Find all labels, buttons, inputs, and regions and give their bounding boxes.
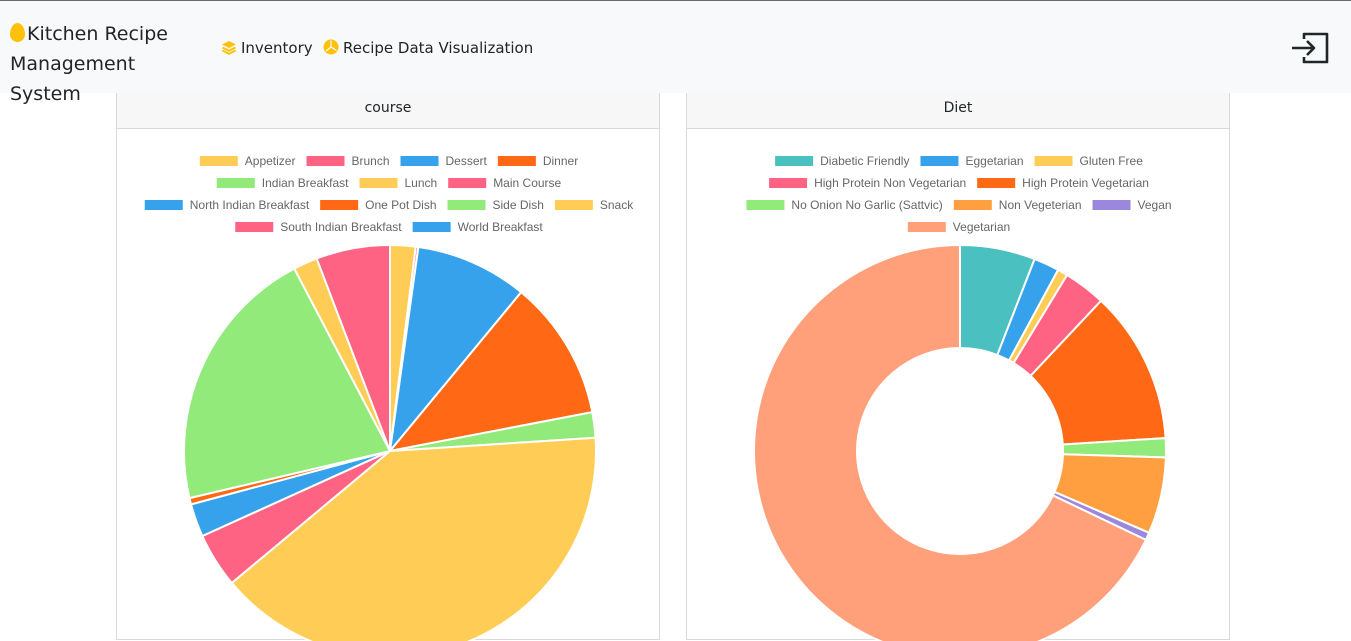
legend-label: Diabetic Friendly bbox=[820, 154, 909, 168]
legend-label: Eggetarian bbox=[965, 154, 1023, 168]
legend-label: Non Vegeterian bbox=[999, 198, 1082, 212]
legend-item-world-breakfast[interactable]: World Breakfast bbox=[412, 220, 544, 234]
legend-swatch bbox=[400, 156, 439, 166]
egg-icon bbox=[10, 23, 25, 42]
nav-recipe-data-visualization-label: Recipe Data Visualization bbox=[343, 39, 534, 57]
legend-swatch bbox=[359, 178, 398, 188]
nav-inventory[interactable]: Inventory bbox=[221, 38, 313, 60]
legend-item-vegetarian[interactable]: Vegetarian bbox=[907, 220, 1010, 234]
legend-label: Appetizer bbox=[245, 154, 296, 168]
brand[interactable]: Kitchen Recipe Management System bbox=[10, 19, 210, 109]
legend-swatch bbox=[216, 178, 255, 188]
legend-swatch bbox=[1092, 200, 1131, 210]
legend-item-brunch[interactable]: Brunch bbox=[306, 154, 390, 168]
legend-item-high-protein-vegetarian[interactable]: High Protein Vegetarian bbox=[977, 176, 1149, 190]
legend-item-snack[interactable]: Snack bbox=[554, 198, 634, 212]
legend-swatch bbox=[497, 156, 536, 166]
legend-item-south-indian-breakfast[interactable]: South Indian Breakfast bbox=[235, 220, 402, 234]
legend-item-north-indian-breakfast[interactable]: North Indian Breakfast bbox=[144, 198, 310, 212]
legend-item-lunch[interactable]: Lunch bbox=[359, 176, 437, 190]
legend-item-high-protein-non-vegetarian[interactable]: High Protein Non Vegetarian bbox=[769, 176, 966, 190]
legend-label: South Indian Breakfast bbox=[280, 220, 402, 234]
legend-label: Lunch bbox=[404, 176, 437, 190]
legend-swatch bbox=[412, 222, 451, 232]
legend-item-diabetic-friendly[interactable]: Diabetic Friendly bbox=[775, 154, 909, 168]
logout-icon bbox=[1292, 32, 1329, 64]
brand-title-line2: Management System bbox=[10, 53, 136, 105]
legend-item-one-pot-dish[interactable]: One Pot Dish bbox=[320, 198, 437, 212]
course-pie-chart: Appetizer Brunch Dessert Dinner Indian Break… bbox=[144, 154, 634, 641]
legend-swatch bbox=[320, 200, 359, 210]
legend-swatch bbox=[746, 200, 785, 210]
legend-label: Vegetarian bbox=[953, 220, 1010, 234]
legend-item-no-onion-no-garlic-sattvic[interactable]: No Onion No Garlic (Sattvic) bbox=[746, 198, 943, 212]
pie-chart-icon bbox=[323, 39, 339, 60]
legend-item-appetizer[interactable]: Appetizer bbox=[199, 154, 296, 168]
legend-item-vegan[interactable]: Vegan bbox=[1092, 198, 1172, 212]
legend-swatch bbox=[907, 222, 946, 232]
legend-label: North Indian Breakfast bbox=[190, 198, 310, 212]
nav-recipe-data-visualization[interactable]: Recipe Data Visualization bbox=[323, 38, 533, 60]
legend-swatch bbox=[306, 156, 345, 166]
legend-label: Indian Breakfast bbox=[262, 176, 349, 190]
legend-item-indian-breakfast[interactable]: Indian Breakfast bbox=[216, 176, 349, 190]
legend-label: High Protein Vegetarian bbox=[1022, 176, 1149, 190]
legend-swatch bbox=[775, 156, 814, 166]
legend-item-side-dish[interactable]: Side Dish bbox=[447, 198, 544, 212]
legend-swatch bbox=[554, 200, 593, 210]
legend-swatch bbox=[448, 178, 487, 188]
legend-item-non-vegeterian[interactable]: Non Vegeterian bbox=[953, 198, 1082, 212]
legend-swatch bbox=[447, 200, 486, 210]
legend-swatch bbox=[769, 178, 808, 188]
logout-button[interactable] bbox=[1289, 30, 1331, 66]
legend-label: Vegan bbox=[1138, 198, 1172, 212]
legend-label: One Pot Dish bbox=[365, 198, 436, 212]
legend-swatch bbox=[235, 222, 274, 232]
legend-label: Dinner bbox=[543, 154, 578, 168]
nav-inventory-label: Inventory bbox=[241, 39, 313, 57]
legend-item-dessert[interactable]: Dessert bbox=[400, 154, 488, 168]
legend-label: Gluten Free bbox=[1080, 154, 1144, 168]
legend-item-eggetarian[interactable]: Eggetarian bbox=[920, 154, 1024, 168]
legend-label: Main Course bbox=[493, 176, 561, 190]
legend-label: World Breakfast bbox=[458, 220, 544, 234]
diet-chart-card: Diet Diabetic Friendly Eggetarian Gluten F… bbox=[686, 80, 1230, 641]
legend-swatch bbox=[977, 178, 1016, 188]
course-chart-card: course Appetizer Brunch Dessert Dinner India… bbox=[116, 80, 660, 641]
brand-title-line1: Kitchen Recipe bbox=[27, 23, 168, 45]
legend-label: Brunch bbox=[351, 154, 389, 168]
legend-swatch bbox=[199, 156, 238, 166]
legend-label: Snack bbox=[600, 198, 634, 212]
navbar: Kitchen Recipe Management System Invento… bbox=[0, 1, 1351, 105]
legend-item-main-course[interactable]: Main Course bbox=[448, 176, 562, 190]
legend-label: No Onion No Garlic (Sattvic) bbox=[791, 198, 942, 212]
diet-doughnut-chart: Diabetic Friendly Eggetarian Gluten Free Hi… bbox=[746, 154, 1172, 641]
legend-swatch bbox=[953, 200, 992, 210]
legend-swatch bbox=[144, 200, 183, 210]
legend-swatch bbox=[1034, 156, 1073, 166]
layers-icon bbox=[221, 40, 237, 60]
legend-label: High Protein Non Vegetarian bbox=[814, 176, 966, 190]
legend-label: Side Dish bbox=[493, 198, 544, 212]
legend-swatch bbox=[920, 156, 959, 166]
legend-item-gluten-free[interactable]: Gluten Free bbox=[1034, 154, 1144, 168]
legend-label: Dessert bbox=[446, 154, 488, 168]
legend-item-dinner[interactable]: Dinner bbox=[497, 154, 578, 168]
